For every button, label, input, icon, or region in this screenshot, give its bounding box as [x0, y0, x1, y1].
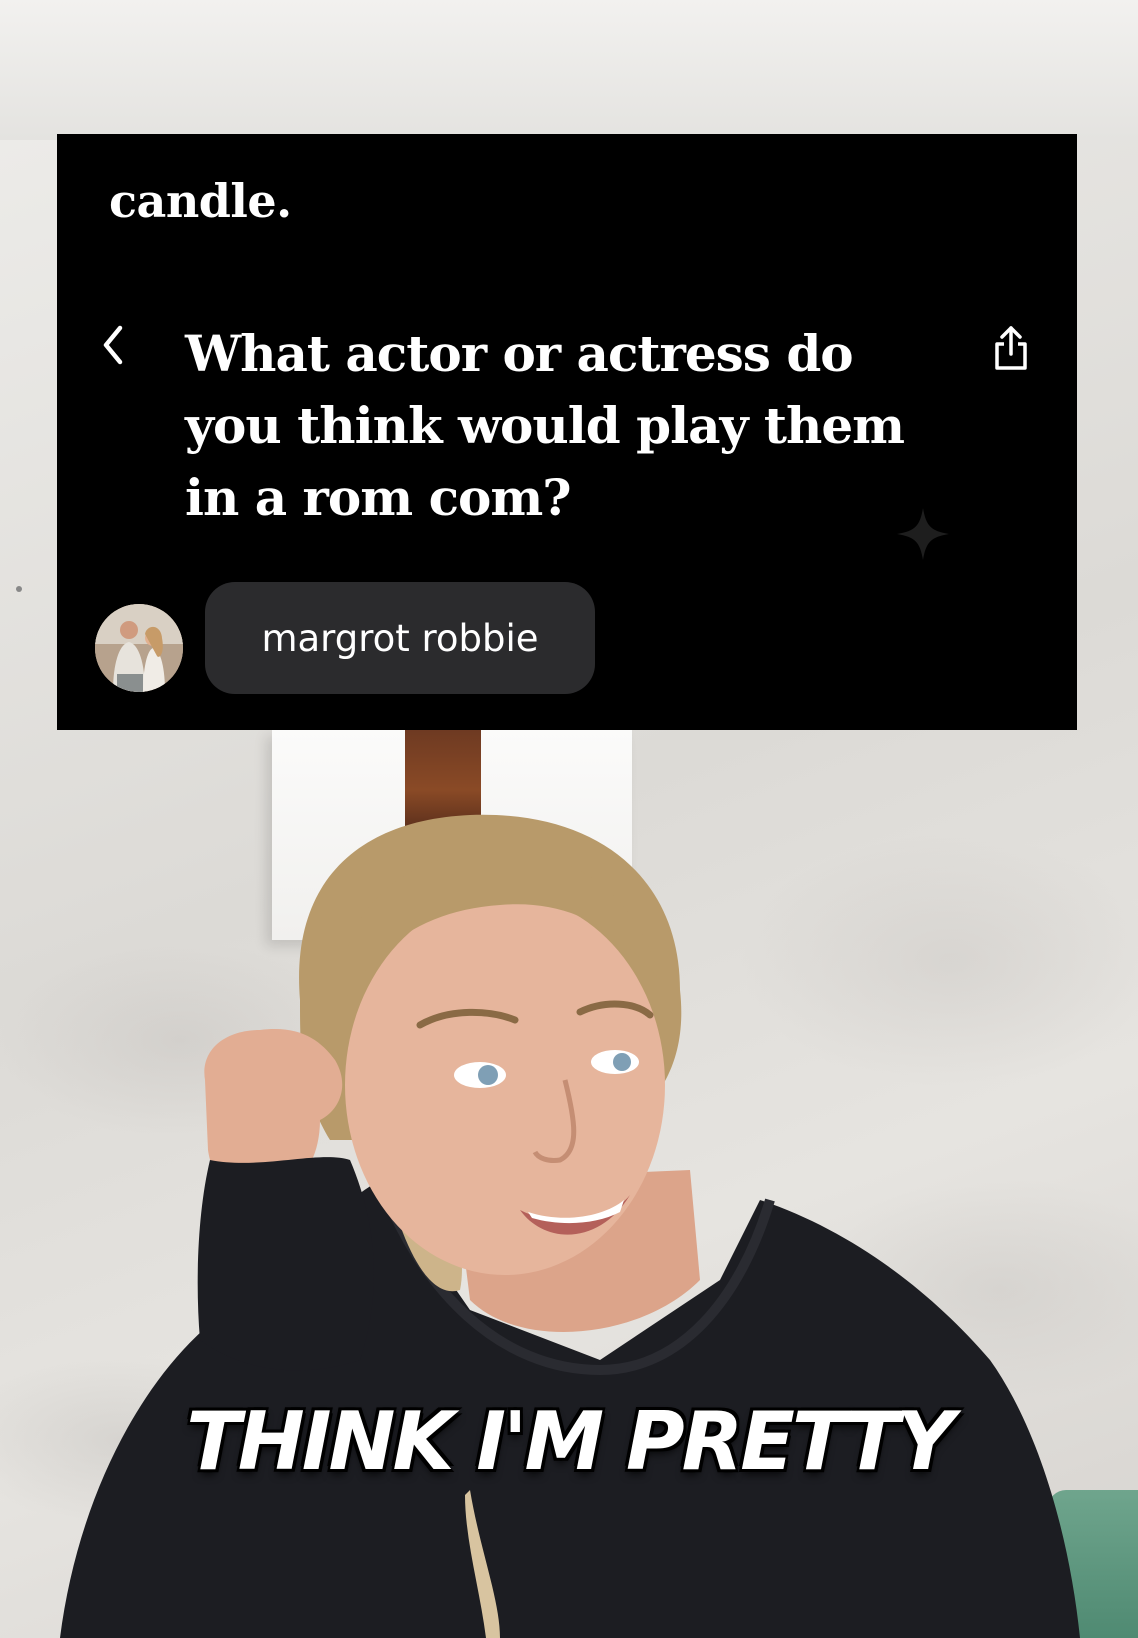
answer-text: margrot robbie	[261, 616, 539, 660]
question-text: What actor or actress do you think would…	[185, 324, 905, 527]
chevron-left-icon	[103, 325, 123, 365]
sparkle-icon	[897, 508, 949, 560]
brand-logo: candle.	[109, 174, 292, 228]
video-caption: THINK I'M PRETTY	[186, 1395, 955, 1488]
share-button[interactable]	[987, 322, 1035, 374]
answer-bubble: margrot robbie	[205, 582, 595, 694]
back-button[interactable]	[93, 320, 133, 370]
share-icon	[995, 326, 1027, 370]
side-indicator-dot	[16, 586, 22, 592]
avatar-photo	[95, 604, 183, 692]
avatar[interactable]	[95, 604, 183, 692]
question-card: candle. What actor or actress do you thi…	[57, 134, 1077, 730]
